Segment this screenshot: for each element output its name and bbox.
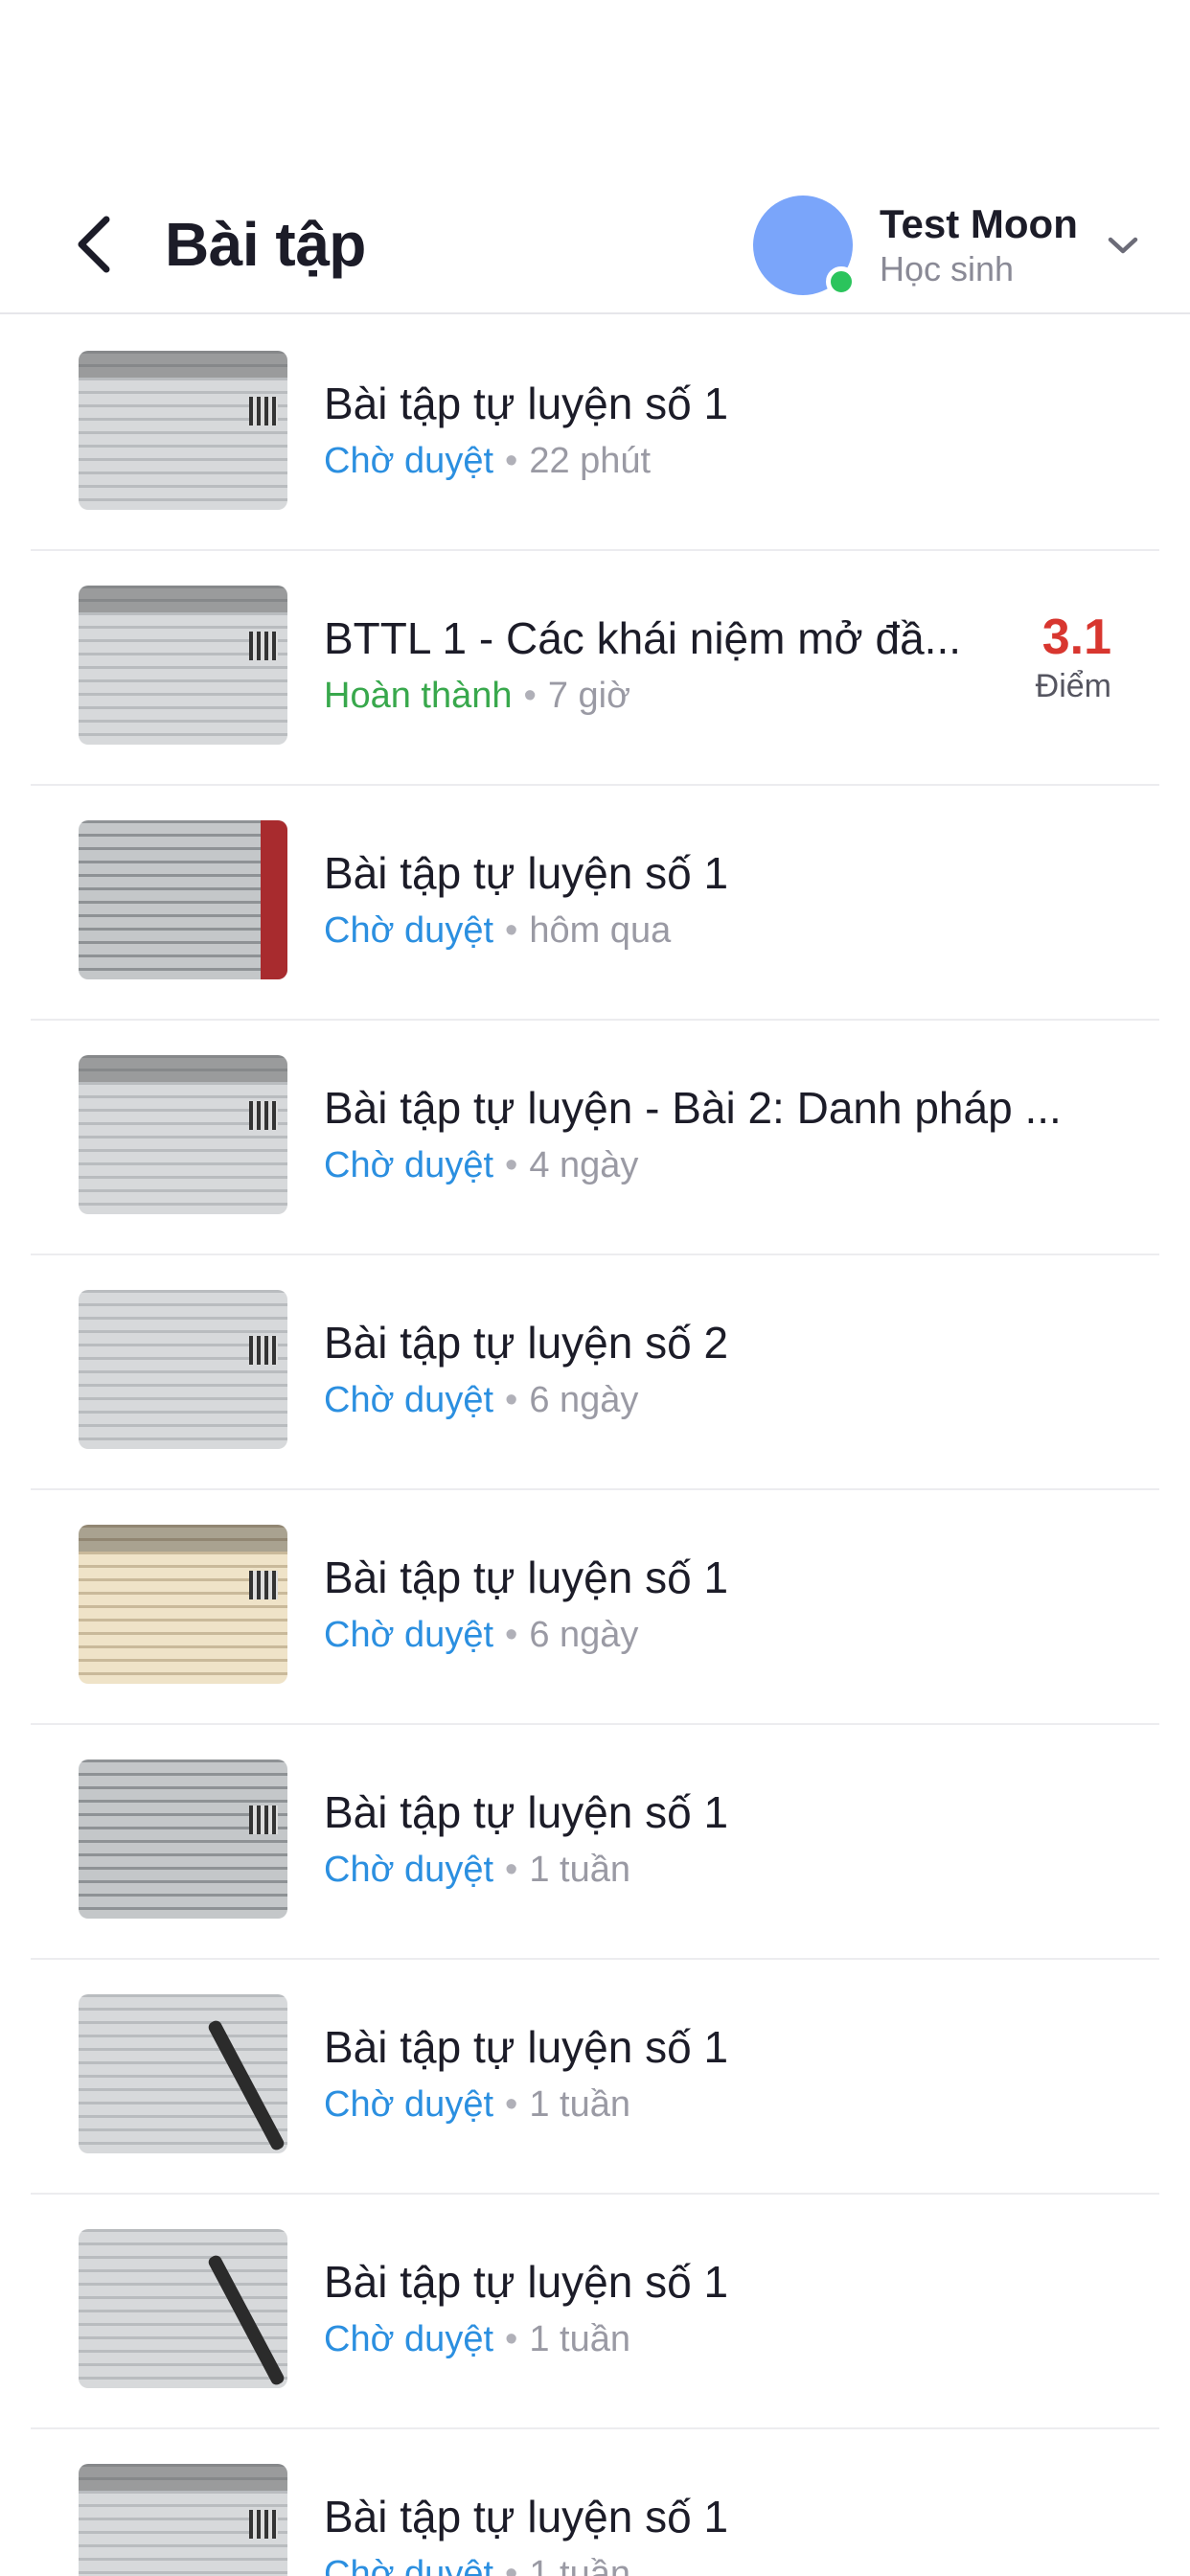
- assignment-thumbnail: [79, 1994, 287, 2153]
- user-name: Test Moon: [880, 201, 1078, 246]
- status-label: Chờ duyệt: [324, 1850, 494, 1890]
- chevron-left-icon: [78, 216, 110, 273]
- assignment-title: Bài tập tự luyện số 1: [324, 2492, 729, 2542]
- status-label: Hoàn thành: [324, 676, 513, 716]
- status-label: Chờ duyệt: [324, 1615, 494, 1655]
- assignment-thumbnail: [79, 820, 287, 979]
- time-label: hôm qua: [529, 910, 672, 951]
- status-label: Chờ duyệt: [324, 441, 494, 481]
- status-label: Chờ duyệt: [324, 1380, 494, 1420]
- assignment-thumbnail: [79, 586, 287, 745]
- assignment-thumbnail: [79, 2464, 287, 2576]
- status-label: Chờ duyệt: [324, 910, 494, 951]
- list-item[interactable]: Bài tập tự luyện - Bài 2: Danh pháp ... …: [31, 1021, 1159, 1255]
- list-item[interactable]: Bài tập tự luyện số 1 Chờ duyệt • 1 tuần: [31, 1960, 1159, 2195]
- assignment-meta: Chờ duyệt • 6 ngày: [324, 1615, 639, 1655]
- assignment-title: Bài tập tự luyện số 1: [324, 1552, 729, 1602]
- assignment-title: BTTL 1 - Các khái niệm mở đầ...: [324, 613, 962, 663]
- list-item[interactable]: Bài tập tự luyện số 2 Chờ duyệt • 6 ngày: [31, 1255, 1159, 1490]
- assignment-thumbnail: [79, 351, 287, 510]
- profile-switcher[interactable]: Test Moon Học sinh: [753, 196, 1156, 297]
- time-label: 6 ngày: [529, 1615, 639, 1655]
- list-item[interactable]: Bài tập tự luyện số 1 Chờ duyệt • 22 phút: [31, 316, 1159, 551]
- online-status-dot: [826, 266, 857, 297]
- score-badge: 3.1 Điểm: [1036, 609, 1111, 705]
- assignment-title: Bài tập tự luyện - Bài 2: Danh pháp ...: [324, 1083, 1062, 1133]
- assignment-thumbnail: [79, 2229, 287, 2388]
- time-label: 1 tuần: [529, 2319, 630, 2359]
- back-button[interactable]: [59, 211, 126, 278]
- assignment-title: Bài tập tự luyện số 1: [324, 2257, 729, 2307]
- assignment-thumbnail: [79, 1760, 287, 1919]
- assignment-thumbnail: [79, 1525, 287, 1684]
- assignment-meta: Chờ duyệt • 1 tuần: [324, 2084, 630, 2125]
- assignment-title: Bài tập tự luyện số 2: [324, 1318, 729, 1368]
- time-label: 1 tuần: [529, 2554, 630, 2576]
- status-label: Chờ duyệt: [324, 1145, 494, 1185]
- list-item[interactable]: Bài tập tự luyện số 1 Chờ duyệt • 6 ngày: [31, 1490, 1159, 1725]
- assignment-meta: Chờ duyệt • 4 ngày: [324, 1145, 639, 1185]
- assignment-meta: Chờ duyệt • 1 tuần: [324, 2319, 630, 2359]
- score-label: Điểm: [1035, 668, 1111, 704]
- score-value: 3.1: [1041, 610, 1111, 665]
- status-label: Chờ duyệt: [324, 2084, 494, 2125]
- list-item[interactable]: Bài tập tự luyện số 1 Chờ duyệt • 1 tuần: [31, 2429, 1159, 2576]
- page-title: Bài tập: [165, 210, 366, 279]
- list-item[interactable]: Bài tập tự luyện số 1 Chờ duyệt • 1 tuần: [31, 2195, 1159, 2429]
- assignment-title: Bài tập tự luyện số 1: [324, 2022, 729, 2072]
- assignment-thumbnail: [79, 1055, 287, 1214]
- time-label: 22 phút: [529, 441, 652, 481]
- time-label: 4 ngày: [529, 1145, 639, 1185]
- assignment-meta: Hoàn thành • 7 giờ: [324, 676, 630, 716]
- assignment-title: Bài tập tự luyện số 1: [324, 1787, 729, 1837]
- header: Bài tập Test Moon Học sinh: [0, 182, 1190, 314]
- assignment-meta: Chờ duyệt • hôm qua: [324, 910, 672, 951]
- list-item[interactable]: BTTL 1 - Các khái niệm mở đầ... Hoàn thà…: [31, 551, 1159, 786]
- chevron-down-icon[interactable]: [1102, 224, 1144, 266]
- status-label: Chờ duyệt: [324, 2319, 494, 2359]
- time-label: 1 tuần: [529, 1850, 630, 1890]
- status-label: Chờ duyệt: [324, 2554, 494, 2576]
- assignment-meta: Chờ duyệt • 1 tuần: [324, 1850, 630, 1890]
- user-role: Học sinh: [880, 249, 1015, 288]
- time-label: 1 tuần: [529, 2084, 630, 2125]
- time-label: 7 giờ: [547, 676, 630, 716]
- assignment-title: Bài tập tự luyện số 1: [324, 848, 729, 898]
- assignment-meta: Chờ duyệt • 1 tuần: [324, 2554, 630, 2576]
- assignment-meta: Chờ duyệt • 6 ngày: [324, 1380, 639, 1420]
- assignment-list: Bài tập tự luyện số 1 Chờ duyệt • 22 phút …: [0, 316, 1190, 2576]
- list-item[interactable]: Bài tập tự luyện số 1 Chờ duyệt • hôm qua: [31, 786, 1159, 1021]
- assignment-meta: Chờ duyệt • 22 phút: [324, 441, 652, 481]
- list-item[interactable]: Bài tập tự luyện số 1 Chờ duyệt • 1 tuần: [31, 1725, 1159, 1960]
- assignment-title: Bài tập tự luyện số 1: [324, 379, 729, 428]
- assignment-thumbnail: [79, 1290, 287, 1449]
- screen: Bài tập Test Moon Học sinh Bài tập tự lu…: [0, 0, 1190, 2576]
- time-label: 6 ngày: [529, 1380, 639, 1420]
